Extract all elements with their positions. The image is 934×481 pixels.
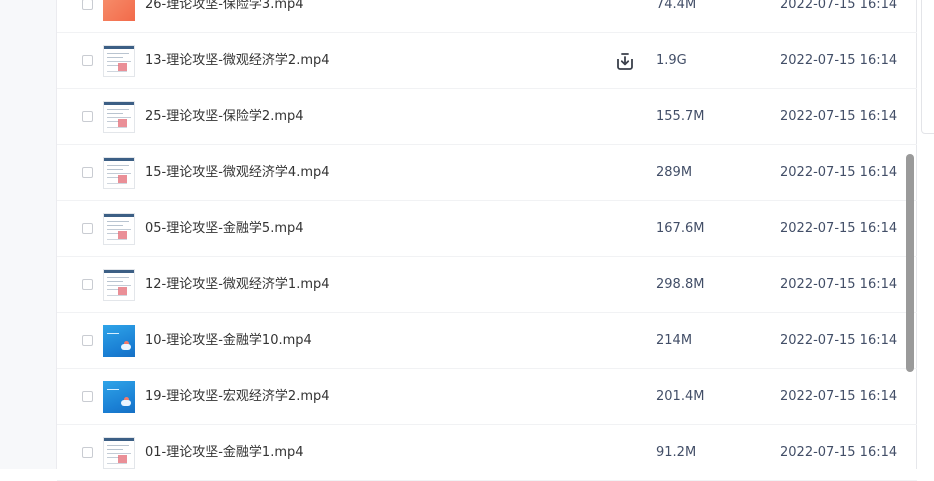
row-checkbox[interactable]	[82, 279, 93, 290]
video-thumbnail[interactable]	[103, 269, 135, 301]
scrollbar-thumb[interactable]	[906, 154, 914, 372]
modified-date: 2022-07-15 16:14	[780, 389, 898, 404]
row-checkbox[interactable]	[82, 167, 93, 178]
video-thumbnail[interactable]	[103, 381, 135, 413]
video-thumbnail[interactable]	[103, 101, 135, 133]
file-row[interactable]: 26-理论攻坚-保险学3.mp4 74.4M 2022-07-15 16:14	[57, 0, 917, 33]
modified-date: 2022-07-15 16:14	[780, 53, 898, 68]
file-size: 289M	[656, 165, 693, 180]
file-name[interactable]: 13-理论攻坚-微观经济学2.mp4	[145, 52, 330, 69]
file-row[interactable]: 12-理论攻坚-微观经济学1.mp4 298.8M 2022-07-15 16:14	[57, 257, 917, 313]
modified-date: 2022-07-15 16:14	[780, 333, 898, 348]
file-row[interactable]: 15-理论攻坚-微观经济学4.mp4 289M 2022-07-15 16:14	[57, 145, 917, 201]
modified-date: 2022-07-15 16:14	[780, 221, 898, 236]
modified-date: 2022-07-15 16:14	[780, 445, 898, 460]
row-checkbox[interactable]	[82, 111, 93, 122]
file-size: 167.6M	[656, 221, 705, 236]
file-list: 26-理论攻坚-保险学3.mp4 74.4M 2022-07-15 16:14 13-…	[56, 0, 917, 481]
file-row[interactable]: 25-理论攻坚-保险学2.mp4 155.7M 2022-07-15 16:14	[57, 89, 917, 145]
row-checkbox[interactable]	[82, 55, 93, 66]
file-size: 201.4M	[656, 389, 705, 404]
row-checkbox[interactable]	[82, 223, 93, 234]
file-row[interactable]: 01-理论攻坚-金融学1.mp4 91.2M 2022-07-15 16:14	[57, 425, 917, 481]
modified-date: 2022-07-15 16:14	[780, 165, 898, 180]
file-name[interactable]: 15-理论攻坚-微观经济学4.mp4	[145, 164, 330, 181]
video-thumbnail[interactable]	[103, 45, 135, 77]
right-panel-card	[921, 0, 934, 134]
video-thumbnail[interactable]	[103, 437, 135, 469]
file-name[interactable]: 01-理论攻坚-金融学1.mp4	[145, 444, 304, 461]
modified-date: 2022-07-15 16:14	[780, 0, 898, 12]
file-size: 298.8M	[656, 277, 705, 292]
file-size: 91.2M	[656, 445, 697, 460]
row-checkbox[interactable]	[82, 391, 93, 402]
file-name[interactable]: 10-理论攻坚-金融学10.mp4	[145, 332, 312, 349]
download-icon[interactable]	[614, 50, 636, 72]
file-name[interactable]: 05-理论攻坚-金融学5.mp4	[145, 220, 304, 237]
file-name[interactable]: 25-理论攻坚-保险学2.mp4	[145, 108, 304, 125]
row-checkbox[interactable]	[82, 335, 93, 346]
video-thumbnail[interactable]	[103, 0, 135, 21]
video-thumbnail[interactable]	[103, 157, 135, 189]
file-size: 74.4M	[656, 0, 697, 12]
file-name[interactable]: 12-理论攻坚-微观经济学1.mp4	[145, 276, 330, 293]
file-size: 155.7M	[656, 109, 705, 124]
video-thumbnail[interactable]	[103, 213, 135, 245]
file-row[interactable]: 19-理论攻坚-宏观经济学2.mp4 201.4M 2022-07-15 16:14	[57, 369, 917, 425]
file-name[interactable]: 26-理论攻坚-保险学3.mp4	[145, 0, 304, 13]
file-row[interactable]: 10-理论攻坚-金融学10.mp4 214M 2022-07-15 16:14	[57, 313, 917, 369]
file-size: 214M	[656, 333, 693, 348]
file-size: 1.9G	[656, 53, 687, 68]
row-checkbox[interactable]	[82, 0, 93, 10]
file-name[interactable]: 19-理论攻坚-宏观经济学2.mp4	[145, 388, 330, 405]
file-row[interactable]: 13-理论攻坚-微观经济学2.mp4 1.9G 2022-07-15 16:14	[57, 33, 917, 89]
file-row[interactable]: 05-理论攻坚-金融学5.mp4 167.6M 2022-07-15 16:14	[57, 201, 917, 257]
modified-date: 2022-07-15 16:14	[780, 277, 898, 292]
modified-date: 2022-07-15 16:14	[780, 109, 898, 124]
row-checkbox[interactable]	[82, 447, 93, 458]
left-panel	[0, 0, 56, 469]
video-thumbnail[interactable]	[103, 325, 135, 357]
